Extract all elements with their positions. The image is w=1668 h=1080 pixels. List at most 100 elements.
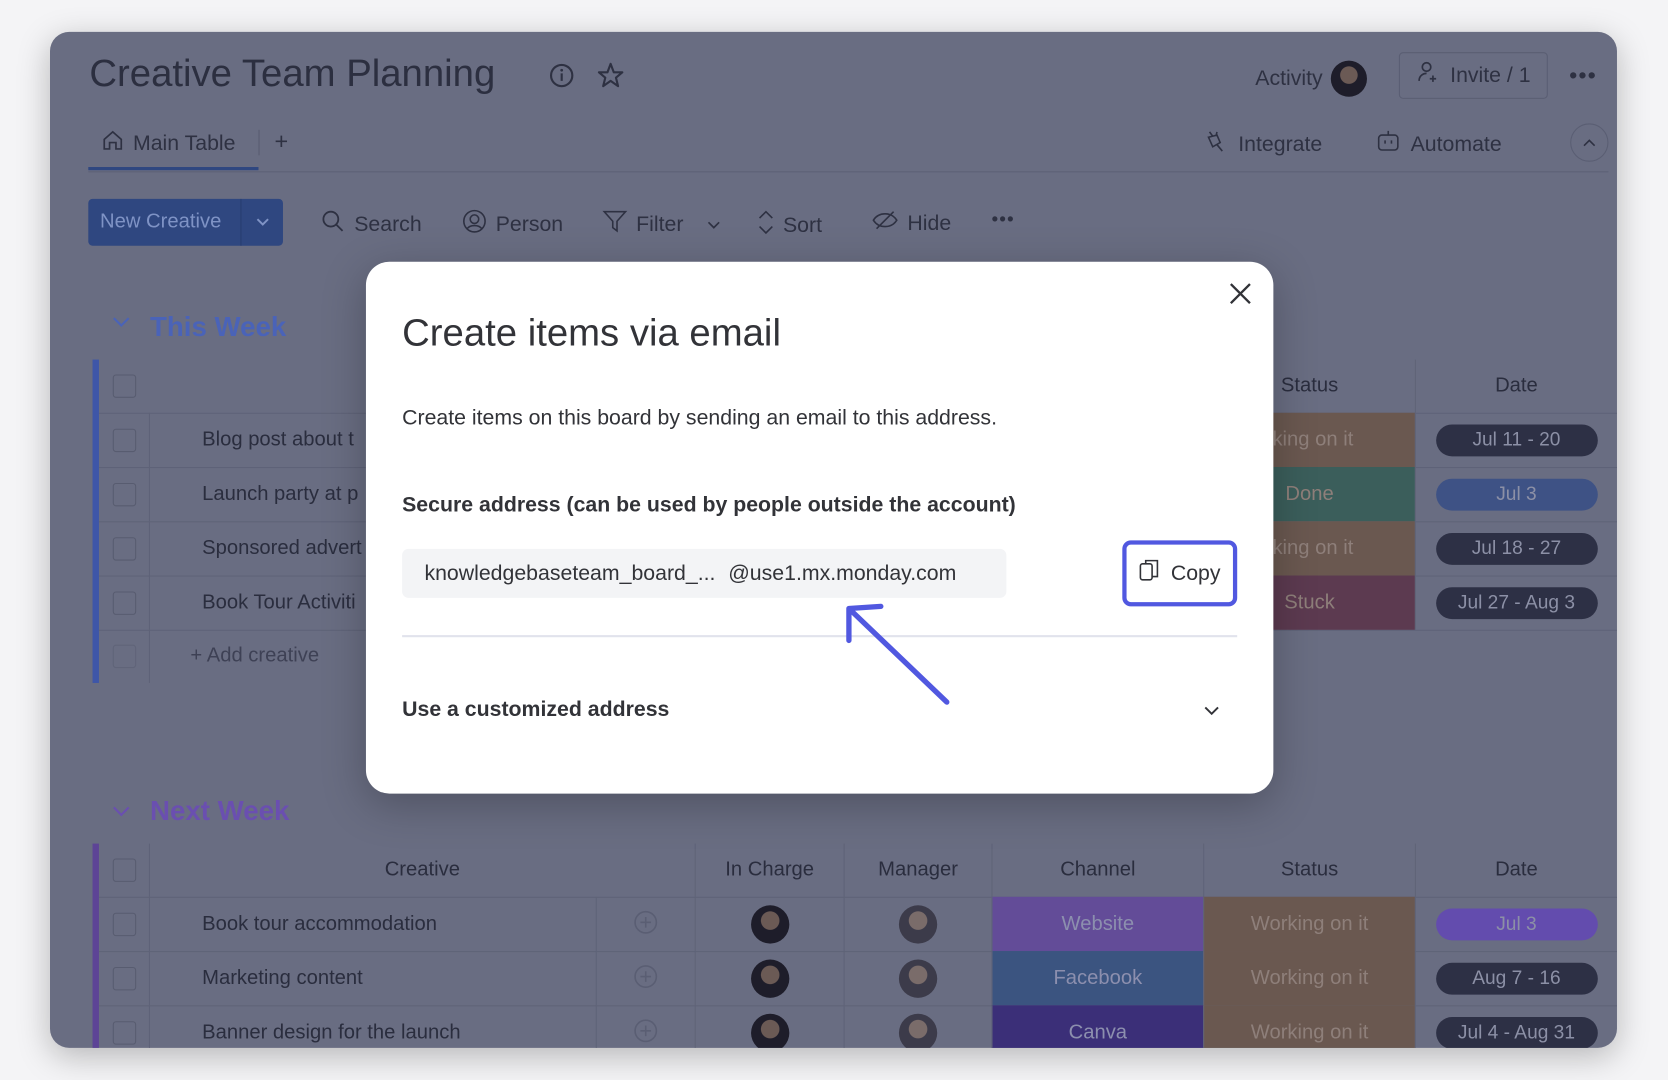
add-update-icon[interactable] <box>595 1005 695 1048</box>
in-charge-cell[interactable] <box>694 951 844 1006</box>
column-header-status: Status <box>1203 843 1415 897</box>
sort-button[interactable]: Sort <box>757 209 822 243</box>
tab-main-table[interactable]: Main Table <box>101 129 235 159</box>
search-button[interactable]: Search <box>320 209 422 241</box>
channel-cell[interactable]: Canva <box>991 1005 1204 1048</box>
table-row[interactable]: Banner design for the launch Canva Worki… <box>99 1005 1617 1048</box>
date-cell[interactable]: Jul 4 - Aug 31 <box>1414 1005 1617 1048</box>
date-cell[interactable]: Jul 3 <box>1414 467 1617 522</box>
group-title-next-week[interactable]: Next Week <box>150 795 289 828</box>
row-checkbox[interactable] <box>99 951 149 1005</box>
more-options-icon[interactable]: ••• <box>1569 62 1597 90</box>
table-row[interactable]: Marketing content Facebook Working on it… <box>98 951 1617 1007</box>
date-pill: Jul 3 <box>1435 907 1598 940</box>
manager-cell[interactable] <box>843 896 992 952</box>
copy-label: Copy <box>1170 561 1221 585</box>
avatar <box>750 904 789 944</box>
close-icon[interactable] <box>1225 279 1255 314</box>
row-checkbox[interactable] <box>99 897 149 951</box>
chevron-down-icon[interactable] <box>112 804 131 823</box>
select-all-checkbox[interactable] <box>99 360 149 413</box>
row-checkbox[interactable] <box>99 521 149 575</box>
create-items-via-email-dialog: Create items via email Create items on t… <box>365 261 1274 794</box>
table-header: Creative In Charge Manager Channel Statu… <box>98 843 1617 898</box>
date-cell[interactable]: Jul 3 <box>1414 896 1617 952</box>
person-icon <box>462 209 488 241</box>
row-checkbox[interactable] <box>99 1005 149 1048</box>
eye-off-icon <box>871 209 899 239</box>
copy-button[interactable]: Copy <box>1122 540 1238 607</box>
date-cell[interactable]: Jul 27 - Aug 3 <box>1414 575 1617 630</box>
activity-label: Activity <box>1255 66 1323 90</box>
avatar <box>898 1013 938 1048</box>
manager-cell[interactable] <box>843 1005 992 1048</box>
date-cell[interactable]: Jul 11 - 20 <box>1414 412 1617 468</box>
group-title-this-week[interactable]: This Week <box>150 311 286 344</box>
address-domain: @use1.mx.monday.com <box>728 561 957 585</box>
automate-button[interactable]: Automate <box>1374 129 1502 161</box>
search-label: Search <box>354 212 422 236</box>
add-update-icon[interactable] <box>595 951 695 1006</box>
board-title: Creative Team Planning <box>89 51 496 95</box>
collapse-header-button[interactable] <box>1570 123 1609 162</box>
add-update-icon[interactable] <box>595 896 695 952</box>
integrate-button[interactable]: Integrate <box>1204 129 1322 161</box>
checkbox <box>99 630 149 683</box>
date-cell[interactable]: Aug 7 - 16 <box>1414 951 1617 1006</box>
tab-divider <box>258 129 260 156</box>
divider <box>88 171 1609 173</box>
next-week-table: Creative In Charge Manager Channel Statu… <box>92 843 1617 1048</box>
row-checkbox[interactable] <box>99 467 149 521</box>
new-creative-button[interactable]: New Creative <box>88 198 283 246</box>
status-cell[interactable]: Working on it <box>1203 951 1415 1006</box>
avatar <box>1331 60 1368 97</box>
column-header-manager: Manager <box>843 843 992 897</box>
new-creative-label: New Creative <box>99 210 222 233</box>
column-header-creative: Creative <box>148 843 695 897</box>
column-header-date: Date <box>1414 843 1617 897</box>
custom-address-heading[interactable]: Use a customized address <box>402 698 669 722</box>
annotation-arrow-icon <box>846 603 950 705</box>
in-charge-cell[interactable] <box>694 896 844 952</box>
chevron-down-icon[interactable] <box>112 315 131 334</box>
status-cell[interactable]: Working on it <box>1203 896 1415 952</box>
dialog-title: Create items via email <box>402 310 781 355</box>
item-name[interactable]: Marketing content <box>148 951 596 1006</box>
row-checkbox[interactable] <box>99 413 149 467</box>
chevron-down-icon[interactable] <box>240 198 283 246</box>
hide-button[interactable]: Hide <box>871 209 951 239</box>
add-view-button[interactable]: + <box>274 128 288 156</box>
date-pill: Jul 18 - 27 <box>1435 532 1598 565</box>
integrate-label: Integrate <box>1238 132 1323 156</box>
dialog-description: Create items on this board by sending an… <box>402 406 997 430</box>
date-pill: Jul 11 - 20 <box>1435 423 1598 456</box>
invite-button[interactable]: Invite / 1 <box>1398 52 1548 99</box>
chevron-down-icon[interactable] <box>1203 703 1220 722</box>
table-row[interactable]: Book tour accommodation Website Working … <box>98 896 1617 953</box>
item-name[interactable]: Book tour accommodation <box>148 896 596 952</box>
channel-cell[interactable]: Facebook <box>991 951 1204 1006</box>
robot-icon <box>1374 129 1402 161</box>
column-header-date: Date <box>1414 359 1617 413</box>
chevron-down-icon[interactable] <box>707 212 722 236</box>
column-header-in-charge: In Charge <box>694 843 844 897</box>
status-cell[interactable]: Working on it <box>1203 1005 1415 1048</box>
in-charge-cell[interactable] <box>694 1005 844 1048</box>
date-cell[interactable]: Jul 18 - 27 <box>1414 521 1617 576</box>
column-header-channel: Channel <box>991 843 1203 897</box>
activity-button[interactable]: Activity <box>1255 60 1368 97</box>
plug-icon <box>1204 129 1230 161</box>
more-toolbar-icon[interactable]: ••• <box>991 209 1014 231</box>
secure-address-heading: Secure address (can be used by people ou… <box>402 493 1016 518</box>
row-checkbox[interactable] <box>99 576 149 630</box>
person-filter-button[interactable]: Person <box>462 209 563 241</box>
sort-label: Sort <box>782 213 822 237</box>
channel-cell[interactable]: Website <box>991 896 1204 952</box>
manager-cell[interactable] <box>843 951 992 1006</box>
filter-button[interactable]: Filter <box>602 209 722 241</box>
home-icon <box>101 129 124 159</box>
select-all-checkbox[interactable] <box>99 844 149 897</box>
star-icon[interactable] <box>596 61 626 91</box>
item-name[interactable]: Banner design for the launch <box>148 1005 596 1048</box>
info-icon[interactable] <box>548 62 576 90</box>
